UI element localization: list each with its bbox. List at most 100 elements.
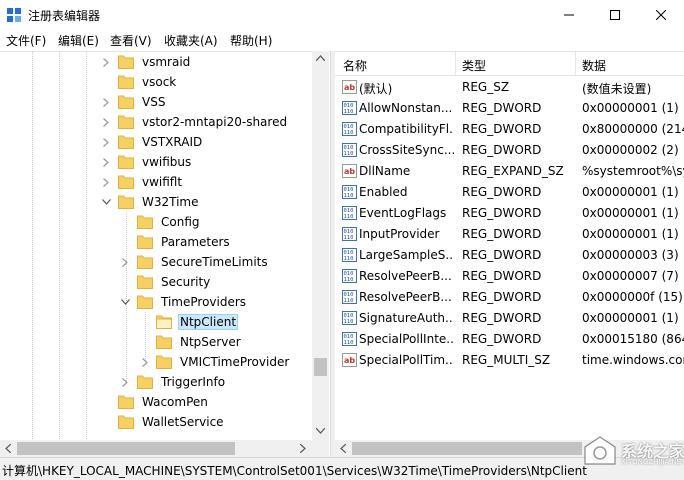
value-row[interactable]: ab (默认) REG_SZ (数值未设置) [335, 77, 684, 98]
tree-item[interactable]: W32Time [101, 192, 201, 212]
tree-item[interactable]: vwififlt [103, 172, 184, 192]
menu-edit[interactable]: 编辑(E) [58, 32, 99, 49]
tree-item[interactable]: WalletService [118, 412, 226, 432]
value-row[interactable]: 010 110 InputProvider REG_DWORD 0x00000001 (… [335, 224, 684, 245]
value-row[interactable]: ab DllName REG_EXPAND_SZ %systemroot%\sy [335, 161, 684, 182]
value-row[interactable]: 010 110 LargeSampleS... REG_DWORD 0x00000003… [335, 245, 684, 266]
tree-item-label: TriggerInfo [161, 375, 226, 389]
tree-item-label: vwifibus [142, 155, 192, 169]
tree-item-label: vwififlt [142, 175, 183, 189]
tree-horizontal-scroll-thumb[interactable] [17, 442, 235, 455]
chevron-down-icon[interactable] [101, 197, 111, 207]
tree-item[interactable]: VSTXRAID [103, 132, 204, 152]
list-horizontal-scroll-thumb[interactable] [352, 442, 582, 455]
maximize-button[interactable] [592, 0, 638, 30]
column-divider[interactable] [455, 52, 456, 76]
value-row[interactable]: 010 110 AllowNonstan... REG_DWORD 0x00000001… [335, 98, 684, 119]
value-row[interactable]: 010 110 EventLogFlags REG_DWORD 0x00000001 (… [335, 203, 684, 224]
registry-tree[interactable]: vsmraid vsock VSS vstor2-mntapi20-shared VST… [0, 51, 330, 456]
svg-text:110: 110 [344, 256, 354, 262]
chevron-right-icon[interactable] [101, 157, 111, 167]
chevron-right-icon[interactable] [101, 117, 111, 127]
value-type: REG_DWORD [462, 206, 542, 220]
value-row[interactable]: 010 110 ResolvePeerB... REG_DWORD 0x00000007… [335, 266, 684, 287]
chevron-right-icon[interactable] [101, 177, 111, 187]
tree-item[interactable]: WacomPen [118, 392, 210, 412]
scroll-right-icon[interactable] [300, 444, 306, 453]
tree-item[interactable]: VSS [103, 92, 167, 112]
tree-item[interactable]: vstor2-mntapi20-shared [103, 112, 289, 132]
scroll-left-icon[interactable] [5, 444, 11, 453]
tree-item[interactable]: SecureTimeLimits [122, 252, 270, 272]
value-row[interactable]: 010 110 SpecialPollInte... REG_DWORD 0x00015… [335, 329, 684, 350]
binary-value-icon: 010 110 [342, 290, 357, 304]
scroll-corner [312, 440, 329, 457]
value-row[interactable]: 010 110 Enabled REG_DWORD 0x00000001 (1) [335, 182, 684, 203]
value-name: CompatibilityFl... [359, 122, 454, 136]
value-row[interactable]: 010 110 CompatibilityFl... REG_DWORD 0x80000… [335, 119, 684, 140]
value-row[interactable]: ab SpecialPollTim... REG_MULTI_SZ time.wind… [335, 350, 684, 371]
minimize-button[interactable] [546, 0, 592, 30]
value-name: CrossSiteSync... [359, 143, 454, 157]
column-divider[interactable] [575, 52, 576, 76]
column-name-header[interactable]: 名称 [343, 57, 367, 74]
svg-text:110: 110 [344, 277, 354, 283]
scroll-left-icon[interactable] [340, 444, 346, 453]
tree-item-label: vstor2-mntapi20-shared [142, 115, 288, 129]
column-data-header[interactable]: 数据 [582, 57, 606, 74]
folder-icon [137, 235, 153, 249]
scroll-up-icon[interactable] [316, 55, 325, 61]
tree-item[interactable]: Security [137, 272, 212, 292]
tree-item[interactable]: vsock [118, 72, 178, 92]
tree-item[interactable]: NtpServer [156, 332, 243, 352]
value-name: InputProvider [359, 227, 440, 241]
value-data: 0x0000000f (15) [582, 290, 683, 304]
value-type: REG_DWORD [462, 269, 542, 283]
tree-item[interactable]: Config [137, 212, 202, 232]
chevron-right-icon[interactable] [101, 57, 111, 67]
chevron-right-icon[interactable] [120, 257, 130, 267]
column-type-header[interactable]: 类型 [462, 57, 486, 74]
value-data: 0x00000001 (1) [582, 101, 679, 115]
menu-help[interactable]: 帮助(H) [230, 32, 272, 49]
values-list[interactable]: 名称 类型 数据 ab (默认) REG_SZ (数值未设置) 010 110 AllowN… [335, 51, 684, 457]
value-data: 0x00000007 (7) [582, 269, 679, 283]
chevron-right-icon[interactable] [101, 97, 111, 107]
value-type: REG_DWORD [462, 332, 542, 346]
tree-vertical-scrollbar[interactable] [312, 51, 329, 440]
tree-item[interactable]: VMICTimeProvider [142, 352, 291, 372]
svg-text:ab: ab [344, 356, 355, 365]
value-row[interactable]: 010 110 CrossSiteSync... REG_DWORD 0x0000000… [335, 140, 684, 161]
value-row[interactable]: 010 110 SignatureAuth... REG_DWORD 0x0000000… [335, 308, 684, 329]
chevron-right-icon[interactable] [120, 377, 130, 387]
folder-icon [118, 415, 134, 429]
close-button[interactable] [638, 0, 684, 30]
menu-file[interactable]: 文件(F) [6, 32, 46, 49]
tree-item-label: VSTXRAID [142, 135, 203, 149]
tree-item-label: NtpServer [180, 335, 241, 349]
value-row[interactable]: 010 110 ResolvePeerB... REG_DWORD 0x0000000f… [335, 287, 684, 308]
tree-vertical-scroll-thumb[interactable] [314, 358, 327, 376]
tree-horizontal-scrollbar[interactable] [0, 440, 312, 457]
value-data: %systemroot%\sy [582, 164, 684, 178]
tree-item[interactable]: Parameters [137, 232, 232, 252]
folder-icon [156, 355, 172, 369]
tree-item-label: WalletService [142, 415, 224, 429]
tree-item-label: TimeProviders [161, 295, 247, 309]
tree-item[interactable]: TriggerInfo [122, 372, 227, 392]
value-data: 0x00000001 (1) [582, 206, 679, 220]
tree-item[interactable]: TimeProviders [120, 292, 248, 312]
folder-icon [137, 255, 153, 269]
tree-item[interactable]: vsmraid [103, 52, 192, 72]
watermark: 系统之家 XITONGZHIJIA.NET [567, 428, 684, 476]
binary-value-icon: 010 110 [342, 122, 357, 136]
folder-icon [137, 295, 153, 309]
chevron-right-icon[interactable] [101, 137, 111, 147]
chevron-right-icon[interactable] [140, 357, 150, 367]
tree-item[interactable]: NtpClient [156, 312, 239, 332]
chevron-down-icon[interactable] [120, 297, 130, 307]
menu-view[interactable]: 查看(V) [110, 32, 152, 49]
menu-favorites[interactable]: 收藏夹(A) [164, 32, 218, 49]
scroll-down-icon[interactable] [316, 428, 325, 434]
tree-item[interactable]: vwifibus [103, 152, 193, 172]
